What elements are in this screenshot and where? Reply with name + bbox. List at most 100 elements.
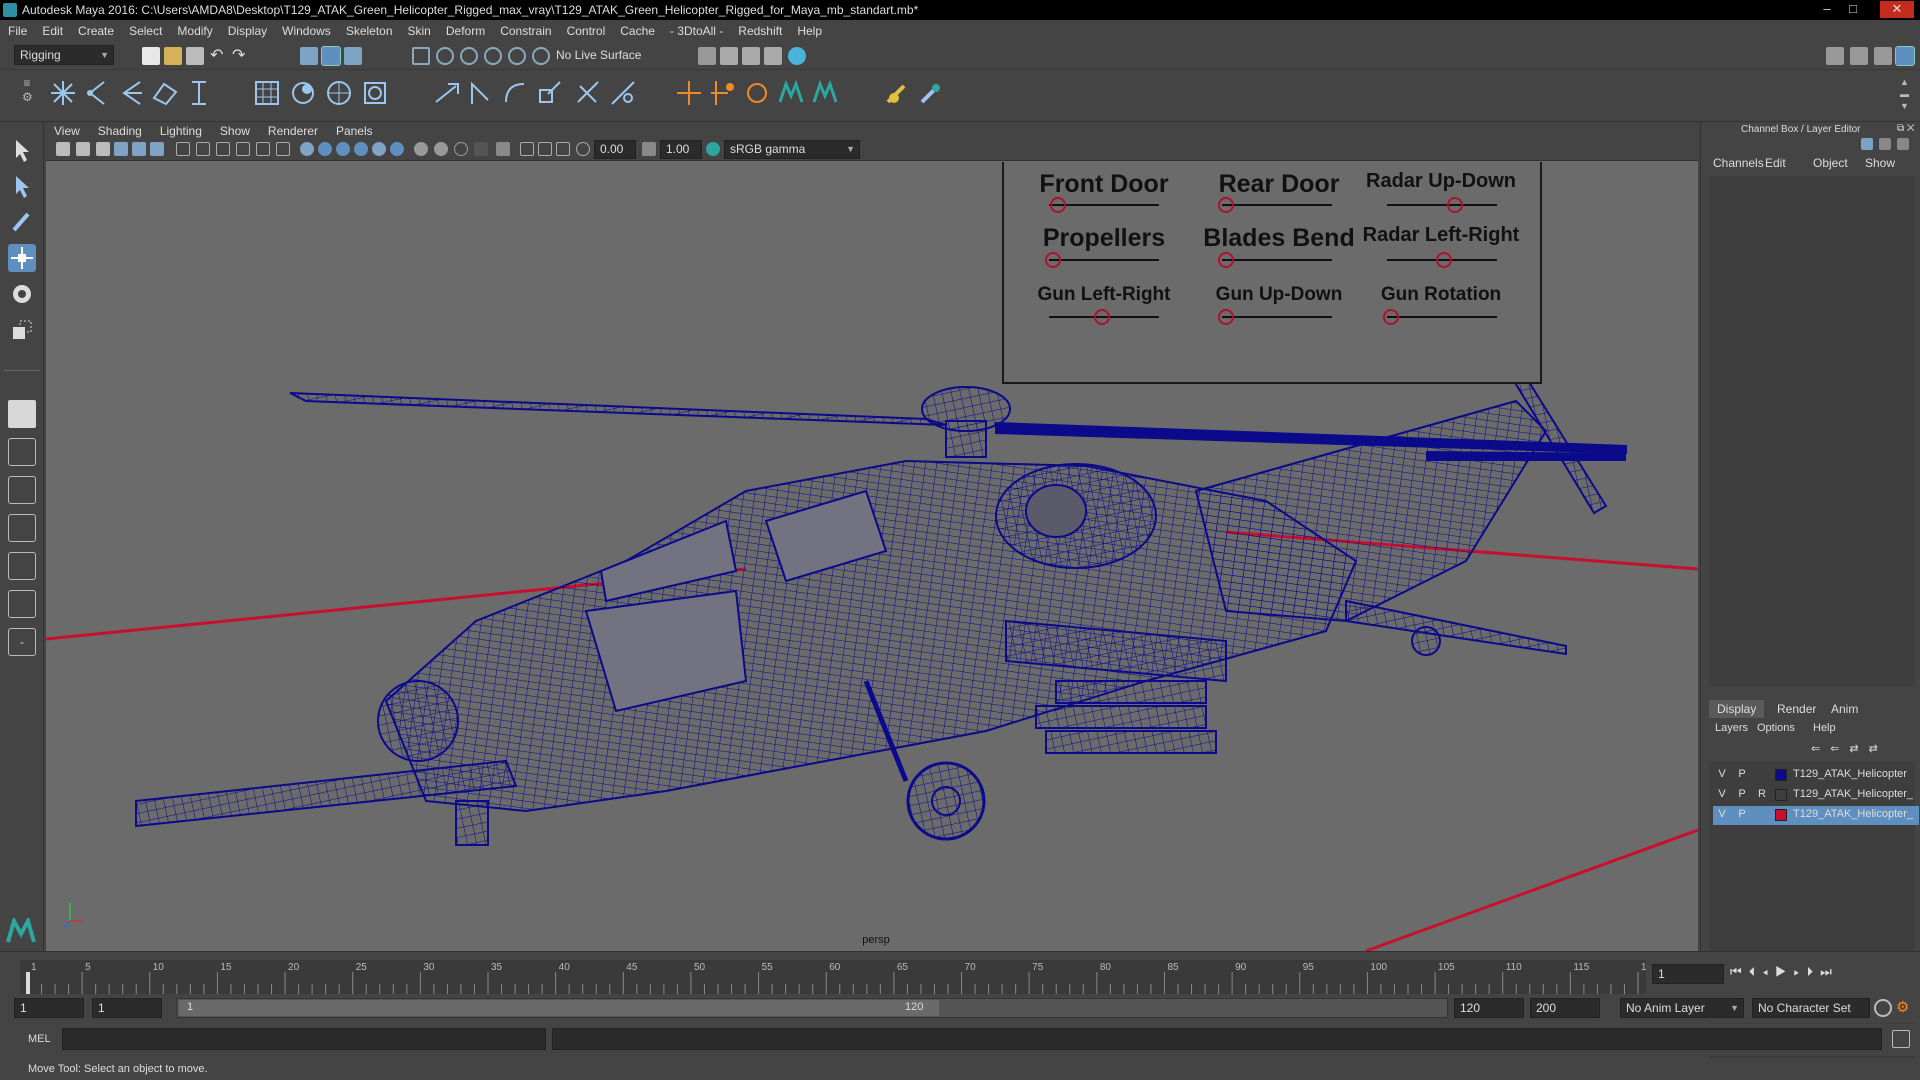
channel-list-area[interactable] <box>1709 176 1915 686</box>
character-set-dropdown[interactable]: No Character Set <box>1752 998 1870 1018</box>
layer-playback-toggle[interactable]: P <box>1735 788 1749 800</box>
menu-create[interactable]: Create <box>78 24 114 38</box>
resolution-gate-icon[interactable] <box>216 142 230 156</box>
channel-box-toggle-icon[interactable] <box>1895 46 1915 66</box>
paint-select-tool-icon[interactable] <box>8 208 36 236</box>
layer-color-swatch[interactable] <box>1775 769 1787 781</box>
script-editor-icon[interactable] <box>1892 1030 1910 1048</box>
auto-key-icon[interactable] <box>1874 999 1892 1017</box>
command-language-label[interactable]: MEL <box>28 1033 51 1045</box>
select-component-icon[interactable] <box>344 47 362 65</box>
menu-control[interactable]: Control <box>567 24 606 38</box>
layout-four-icon[interactable] <box>8 438 36 466</box>
cluster-icon[interactable] <box>288 78 318 108</box>
anim-layer-dropdown[interactable]: No Anim Layer ▼ <box>1620 998 1744 1018</box>
select-camera-icon[interactable] <box>56 142 70 156</box>
grease-pencil-icon[interactable] <box>150 142 164 156</box>
radar-up-down-slider-track[interactable] <box>1387 204 1497 206</box>
hik-icon[interactable] <box>776 78 806 108</box>
channel-menu-object[interactable]: Object <box>1813 156 1848 170</box>
menu-edit[interactable]: Edit <box>42 24 63 38</box>
snap-magnet-icon[interactable] <box>532 47 550 65</box>
bind-skin-icon[interactable] <box>150 78 180 108</box>
motion-blur-icon[interactable] <box>434 142 448 156</box>
layer-playback-toggle[interactable]: P <box>1735 768 1749 780</box>
blades-bend-slider-track[interactable] <box>1222 259 1332 261</box>
exposure-icon[interactable] <box>576 142 590 156</box>
gun-up-down-slider-track[interactable] <box>1222 316 1332 318</box>
scale-constraint-icon[interactable] <box>534 78 564 108</box>
gamma-field[interactable]: 1.00 <box>660 140 702 159</box>
menu-help[interactable]: Help <box>797 24 822 38</box>
screen-space-ao-icon[interactable] <box>414 142 428 156</box>
custom-layout-icon[interactable]: - <box>8 628 36 656</box>
layout-hypershade-icon[interactable] <box>8 590 36 618</box>
gamma-icon[interactable] <box>642 142 656 156</box>
locator-icon[interactable] <box>674 78 704 108</box>
channel-menu-show[interactable]: Show <box>1865 156 1895 170</box>
menu-modify[interactable]: Modify <box>177 24 212 38</box>
layer-visibility-toggle[interactable]: V <box>1715 788 1729 800</box>
snap-view-plane-icon[interactable] <box>484 47 502 65</box>
isolate-select-icon[interactable] <box>496 142 510 156</box>
gun-up-down-slider-handle[interactable] <box>1218 309 1235 325</box>
layer-tab-render[interactable]: Render <box>1769 700 1824 718</box>
menu-set-dropdown[interactable]: Rigging ▼ <box>14 45 114 65</box>
layer-color-swatch[interactable] <box>1775 809 1787 821</box>
menu-skeleton[interactable]: Skeleton <box>346 24 393 38</box>
component-editor-icon[interactable] <box>916 78 946 108</box>
color-management-icon[interactable] <box>706 142 720 156</box>
snap-curve-icon[interactable] <box>436 47 454 65</box>
close-button[interactable]: ✕ <box>1880 1 1914 18</box>
lasso-tool-icon[interactable] <box>8 172 36 200</box>
field-chart-icon[interactable] <box>256 142 270 156</box>
rotate-tool-icon[interactable] <box>8 280 36 308</box>
layer-name[interactable]: T129_ATAK_Helicopter <box>1793 768 1907 780</box>
radar-left-right-slider-handle[interactable] <box>1436 252 1453 268</box>
scale-tool-icon[interactable] <box>8 316 36 344</box>
render-view-icon[interactable] <box>764 47 782 65</box>
render-settings-icon[interactable] <box>698 47 716 65</box>
panel-float-icon[interactable]: ⧉ ✕ <box>1897 123 1915 134</box>
animation-start-field[interactable]: 1 <box>14 998 84 1018</box>
use-all-lights-icon[interactable] <box>372 142 386 156</box>
playback-start-field[interactable]: 1 <box>92 998 162 1018</box>
new-scene-icon[interactable] <box>142 47 160 65</box>
layer-visibility-toggle[interactable]: V <box>1715 768 1729 780</box>
propellers-slider-handle[interactable] <box>1045 252 1062 268</box>
menu-skin[interactable]: Skin <box>408 24 431 38</box>
attribute-editor-icon[interactable] <box>1850 47 1868 65</box>
attribute-panel-icon[interactable] <box>1897 138 1909 150</box>
playback-controls[interactable]: ⏮⏴◂▶▸⏵⏭ <box>1730 964 1910 984</box>
paint-skin-icon[interactable] <box>882 78 912 108</box>
current-frame-field[interactable]: 1 <box>1652 964 1724 984</box>
sculpt-deformer-icon[interactable] <box>360 78 390 108</box>
playback-end-field[interactable]: 120 <box>1454 998 1524 1018</box>
menu-deform[interactable]: Deform <box>446 24 485 38</box>
menu-cache[interactable]: Cache <box>620 24 655 38</box>
shadows-icon[interactable] <box>390 142 404 156</box>
parent-constraint-icon[interactable] <box>574 78 604 108</box>
layer-menu-help[interactable]: Help <box>1813 722 1836 734</box>
wrap-deformer-icon[interactable] <box>324 78 354 108</box>
hypershade-icon[interactable] <box>788 47 806 65</box>
viewport-menu-lighting[interactable]: Lighting <box>160 124 202 138</box>
view-transform-dropdown[interactable]: sRGB gamma ▼ <box>724 140 860 159</box>
live-surface-label[interactable]: No Live Surface <box>556 48 641 62</box>
channel-menu-channels[interactable]: Channels <box>1713 156 1764 170</box>
quick-rig-icon[interactable] <box>742 78 772 108</box>
safe-action-icon[interactable] <box>276 142 290 156</box>
point-constraint-icon[interactable] <box>432 78 462 108</box>
layer-tab-anim[interactable]: Anim <box>1823 700 1866 718</box>
smooth-shade-icon[interactable] <box>318 142 332 156</box>
layer-name[interactable]: T129_ATAK_Helicopter_ <box>1793 808 1913 820</box>
front-door-slider-handle[interactable] <box>1049 197 1066 213</box>
ipr-render-icon[interactable] <box>742 47 760 65</box>
modeling-toolkit-icon[interactable] <box>1826 47 1844 65</box>
textured-icon[interactable] <box>354 142 368 156</box>
orient-constraint-icon[interactable] <box>500 78 530 108</box>
gun-left-right-slider-handle[interactable] <box>1093 309 1110 325</box>
range-slider[interactable]: 1 120 <box>176 998 1448 1018</box>
layer-menu-layers[interactable]: Layers <box>1715 722 1748 734</box>
lattice-icon[interactable] <box>252 78 282 108</box>
